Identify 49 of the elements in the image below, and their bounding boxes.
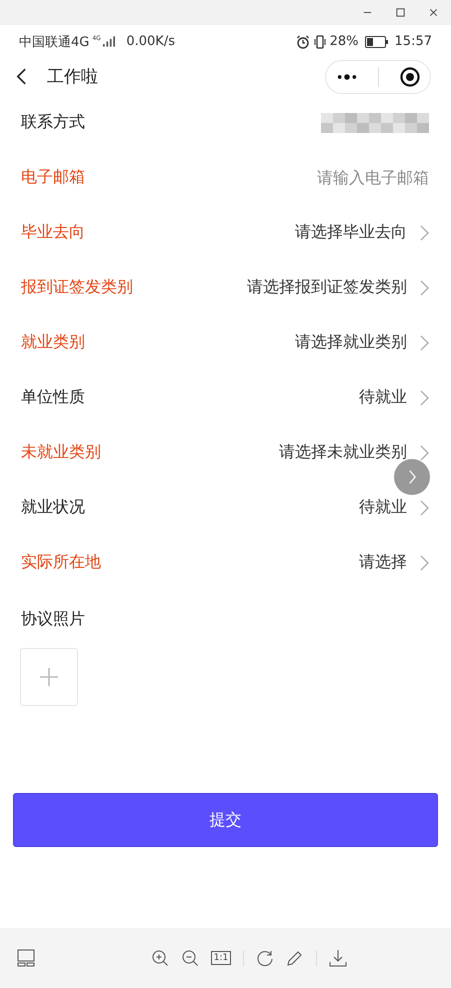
picker-value[interactable]: 待就业 xyxy=(359,497,407,518)
field-label: 实际所在地 xyxy=(21,552,101,573)
picker-value[interactable]: 请选择毕业去向 xyxy=(295,222,407,243)
page-title: 工作啦 xyxy=(47,66,98,88)
field-label: 单位性质 xyxy=(21,387,85,408)
close-icon[interactable] xyxy=(428,7,439,18)
battery-icon xyxy=(364,36,389,48)
picker-value[interactable]: 待就业 xyxy=(359,387,407,408)
chevron-right-icon xyxy=(408,469,416,485)
more-icon[interactable] xyxy=(336,72,358,80)
next-float-button[interactable] xyxy=(394,459,430,495)
alarm-icon xyxy=(296,34,310,48)
vibrate-icon xyxy=(312,34,327,48)
chevron-right-icon xyxy=(420,224,429,240)
maximize-icon[interactable] xyxy=(395,7,406,18)
signal-icon xyxy=(103,36,116,47)
chevron-right-icon xyxy=(420,280,429,296)
actual-size-button[interactable]: 1:1 xyxy=(210,951,232,965)
pencil-icon[interactable] xyxy=(286,949,304,967)
field-label: 就业状况 xyxy=(21,497,85,518)
chevron-right-icon xyxy=(420,554,429,570)
field-label: 电子邮箱 xyxy=(21,167,85,188)
back-icon[interactable] xyxy=(16,67,27,86)
field-label: 就业类别 xyxy=(21,332,85,353)
field-label: 毕业去向 xyxy=(21,222,85,243)
submit-button[interactable]: 提交 xyxy=(13,793,438,847)
field-label: 联系方式 xyxy=(21,112,85,133)
chevron-right-icon xyxy=(420,500,429,516)
picker-value[interactable]: 请选择就业类别 xyxy=(295,332,407,353)
chevron-right-icon xyxy=(420,390,429,406)
layout-icon[interactable] xyxy=(17,949,35,967)
field-label: 报到证签发类别 xyxy=(21,277,133,298)
field-label: 未就业类别 xyxy=(21,442,101,463)
chevron-right-icon xyxy=(420,444,429,460)
download-icon[interactable] xyxy=(329,949,348,967)
close-miniprogram-icon[interactable] xyxy=(400,66,420,86)
network-speed: 0.00K/s xyxy=(126,34,175,49)
rotate-icon[interactable] xyxy=(256,949,274,967)
plus-icon xyxy=(40,668,58,686)
zoom-in-icon[interactable] xyxy=(150,949,169,967)
carrier-text: 中国联通4G xyxy=(19,34,90,50)
picker-value[interactable]: 请选择报到证签发类别 xyxy=(247,277,407,298)
clock-time: 15:57 xyxy=(394,34,432,49)
field-label: 协议照片 xyxy=(21,608,85,630)
zoom-out-icon[interactable] xyxy=(180,949,199,967)
battery-percent: 28% xyxy=(330,34,359,49)
picker-value[interactable]: 请选择未就业类别 xyxy=(279,442,407,463)
picker-value[interactable]: 请选择 xyxy=(359,552,407,573)
chevron-right-icon xyxy=(420,334,429,350)
